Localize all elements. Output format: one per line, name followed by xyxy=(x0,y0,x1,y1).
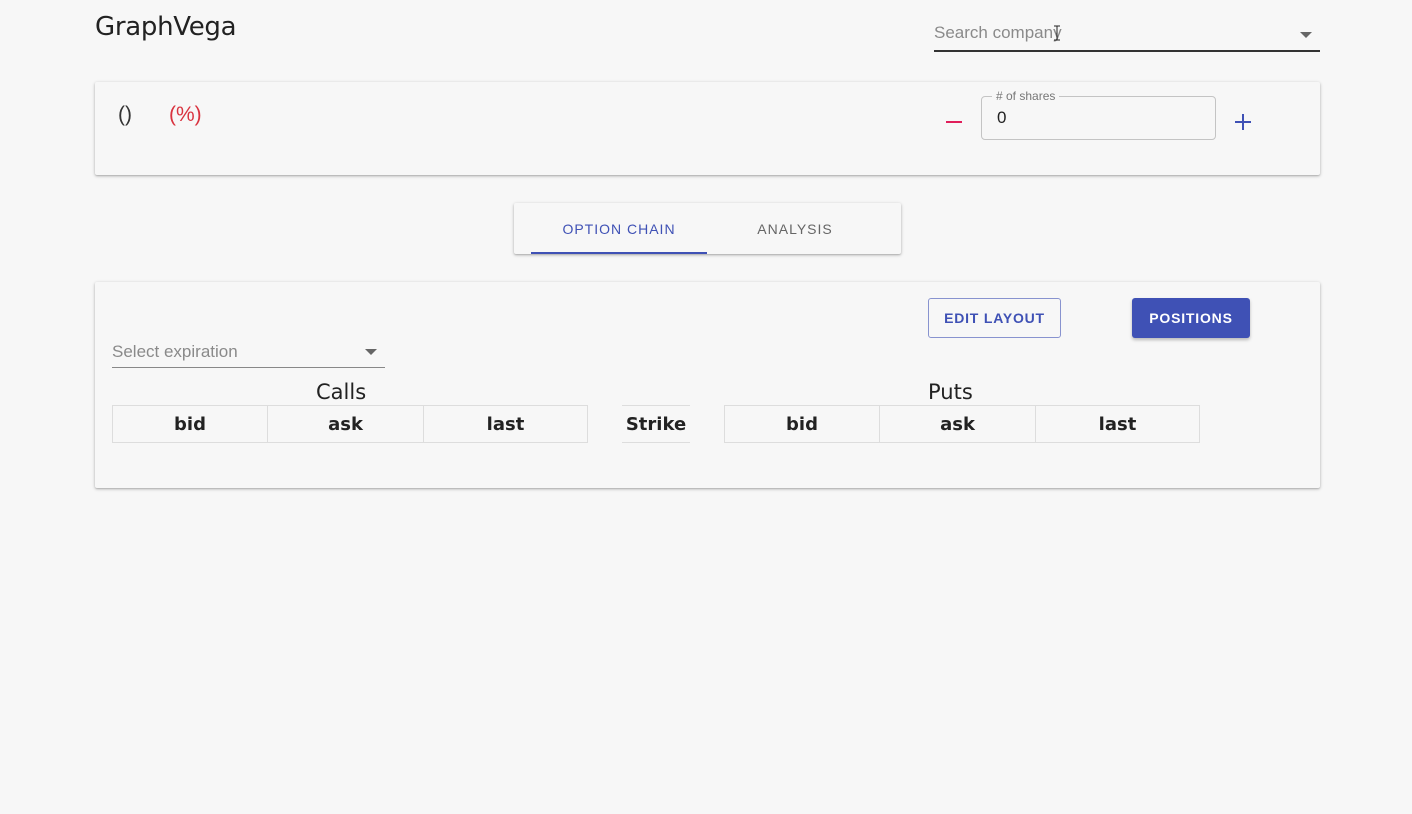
puts-title: Puts xyxy=(928,380,973,404)
expiration-select[interactable]: Select expiration xyxy=(112,336,385,368)
expiration-placeholder: Select expiration xyxy=(112,342,238,361)
option-chain-card: EDIT LAYOUT POSITIONS Select expiration … xyxy=(95,282,1320,488)
stock-price: () xyxy=(118,103,132,126)
positions-button[interactable]: POSITIONS xyxy=(1132,298,1250,338)
column-header[interactable]: bid xyxy=(725,406,880,442)
puts-table-header: bid ask last xyxy=(724,405,1200,443)
edit-layout-button[interactable]: EDIT LAYOUT xyxy=(928,298,1061,338)
minus-icon xyxy=(946,121,962,123)
decrease-shares-button[interactable] xyxy=(941,108,967,134)
shares-input[interactable] xyxy=(997,107,1197,129)
column-header[interactable]: bid xyxy=(113,406,268,442)
percent-change: (%) xyxy=(169,103,202,126)
increase-shares-button[interactable] xyxy=(1230,109,1256,135)
column-header[interactable]: last xyxy=(424,406,587,442)
tab-analysis[interactable]: ANALYSIS xyxy=(707,203,883,254)
calls-table-header: bid ask last xyxy=(112,405,588,443)
search-input[interactable] xyxy=(934,18,1320,48)
chevron-down-icon[interactable] xyxy=(1300,32,1312,38)
quote-card: () (%) # of shares xyxy=(95,82,1320,175)
tabs: OPTION CHAIN ANALYSIS xyxy=(514,203,901,254)
company-search[interactable] xyxy=(934,18,1320,52)
tab-option-chain[interactable]: OPTION CHAIN xyxy=(531,203,707,254)
tab-indicator xyxy=(531,252,707,254)
column-header[interactable]: ask xyxy=(268,406,424,442)
strike-header[interactable]: Strike xyxy=(622,405,690,443)
shares-field[interactable]: # of shares xyxy=(981,89,1216,140)
column-header[interactable]: last xyxy=(1036,406,1199,442)
calls-title: Calls xyxy=(316,380,367,404)
chevron-down-icon[interactable] xyxy=(365,349,377,355)
text-cursor-icon xyxy=(1054,25,1060,41)
column-header[interactable]: ask xyxy=(880,406,1036,442)
app-title: GraphVega xyxy=(95,12,237,42)
shares-label: # of shares xyxy=(992,89,1060,103)
